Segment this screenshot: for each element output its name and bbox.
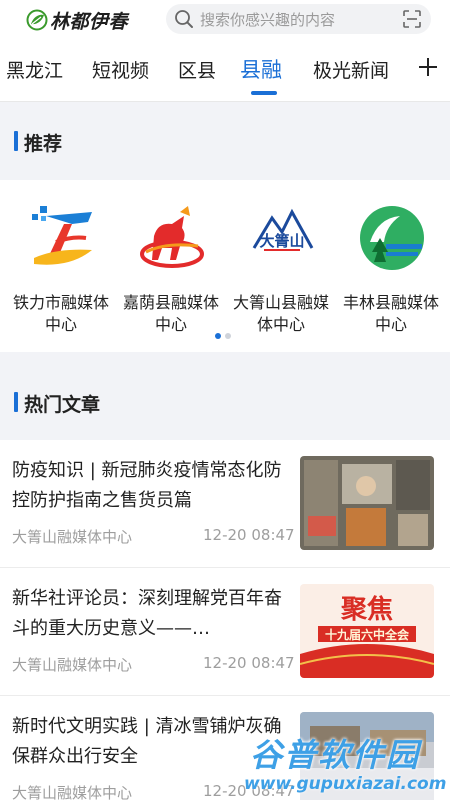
tab-short-video[interactable]: 短视频	[92, 56, 149, 83]
app-screen: 林都伊春 搜索你感兴趣的内容 黑龙江 短视频 区县 县融 极光新闻 推荐 铁力市…	[0, 0, 450, 800]
tab-heilongjiang[interactable]: 黑龙江	[6, 56, 63, 83]
svg-text:大箐山: 大箐山	[259, 232, 304, 250]
article-item[interactable]: 新华社评论员：深刻理解党百年奋斗的重大历史意义——… 大箐山融媒体中心 12-2…	[0, 568, 450, 696]
search-bar[interactable]: 搜索你感兴趣的内容	[166, 4, 431, 34]
article-title: 新时代文明实践 | 清冰雪铺炉灰确保群众出行安全	[12, 716, 282, 767]
carousel-pagination	[215, 333, 231, 339]
article-thumbnail: 聚焦 十九届六中全会	[300, 584, 434, 678]
add-channel-icon[interactable]	[415, 52, 441, 82]
leaf-logo-icon	[26, 9, 48, 31]
article-time: 12-20 08:47	[203, 654, 295, 672]
recommend-section-header: 推荐	[0, 103, 450, 180]
tab-aurora-news[interactable]: 极光新闻	[313, 56, 389, 83]
section-marker	[14, 131, 18, 151]
article-title: 新华社评论员：深刻理解党百年奋斗的重大历史意义——…	[12, 588, 282, 639]
tab-district[interactable]: 区县	[178, 56, 216, 83]
recommend-item[interactable]: 嘉荫县融媒体中心	[116, 194, 226, 344]
recommend-item[interactable]: 铁力市融媒体中心	[6, 194, 116, 344]
article-source: 大箐山融媒体中心	[12, 784, 133, 800]
recommend-item-name: 铁力市融媒体中心	[12, 293, 109, 334]
recommend-item-name: 大箐山县融媒体中心	[232, 293, 329, 334]
search-icon	[175, 10, 193, 28]
section-marker	[14, 392, 18, 412]
section-title: 推荐	[24, 133, 63, 155]
section-title: 热门文章	[24, 394, 101, 416]
article-thumbnail	[300, 712, 434, 800]
dajingshan-logo-icon: 大箐山	[252, 208, 314, 251]
article-title: 防疫知识 | 新冠肺炎疫情常态化防控防护指南之售货员篇	[12, 460, 282, 511]
recommend-item-name: 嘉荫县融媒体中心	[122, 293, 219, 334]
top-header: 林都伊春 搜索你感兴趣的内容	[0, 0, 450, 40]
app-logo[interactable]: 林都伊春	[26, 7, 128, 34]
active-tab-indicator	[251, 91, 277, 95]
recommend-carousel: 铁力市融媒体中心 嘉荫县融媒体中心 大箐山 大箐山县融媒体中心 丰林县融媒体中心	[0, 180, 450, 352]
recommend-item[interactable]: 大箐山 大箐山县融媒体中心	[226, 194, 336, 344]
svg-text:聚焦: 聚焦	[340, 594, 393, 625]
recommend-item-name: 丰林县融媒体中心	[342, 293, 439, 334]
page-dot-active[interactable]	[215, 333, 221, 339]
article-thumbnail	[300, 456, 434, 550]
app-name: 林都伊春	[50, 10, 129, 33]
article-time: 12-20 08:47	[203, 526, 295, 544]
article-list: 防疫知识 | 新冠肺炎疫情常态化防控防护指南之售货员篇 大箐山融媒体中心 12-…	[0, 440, 450, 800]
page-dot[interactable]	[225, 333, 231, 339]
hot-section-header: 热门文章	[0, 352, 450, 440]
recommend-item[interactable]: 丰林县融媒体中心	[336, 194, 446, 344]
jiayin-logo-icon	[140, 206, 204, 268]
svg-text:十九届六中全会: 十九届六中全会	[325, 627, 410, 642]
channel-tabs: 黑龙江 短视频 区县 县融 极光新闻	[0, 40, 450, 102]
article-item[interactable]: 防疫知识 | 新冠肺炎疫情常态化防控防护指南之售货员篇 大箐山融媒体中心 12-…	[0, 440, 450, 568]
tieli-logo-icon	[32, 206, 92, 265]
article-time: 12-20 08:47	[203, 782, 295, 800]
scan-icon[interactable]	[403, 10, 421, 28]
fenglin-logo-icon	[360, 206, 424, 270]
article-source: 大箐山融媒体中心	[12, 656, 133, 674]
article-source: 大箐山融媒体中心	[12, 528, 133, 546]
tab-county-media[interactable]: 县融	[240, 54, 282, 84]
search-placeholder: 搜索你感兴趣的内容	[200, 10, 336, 29]
article-item[interactable]: 新时代文明实践 | 清冰雪铺炉灰确保群众出行安全 大箐山融媒体中心 12-20 …	[0, 696, 450, 800]
